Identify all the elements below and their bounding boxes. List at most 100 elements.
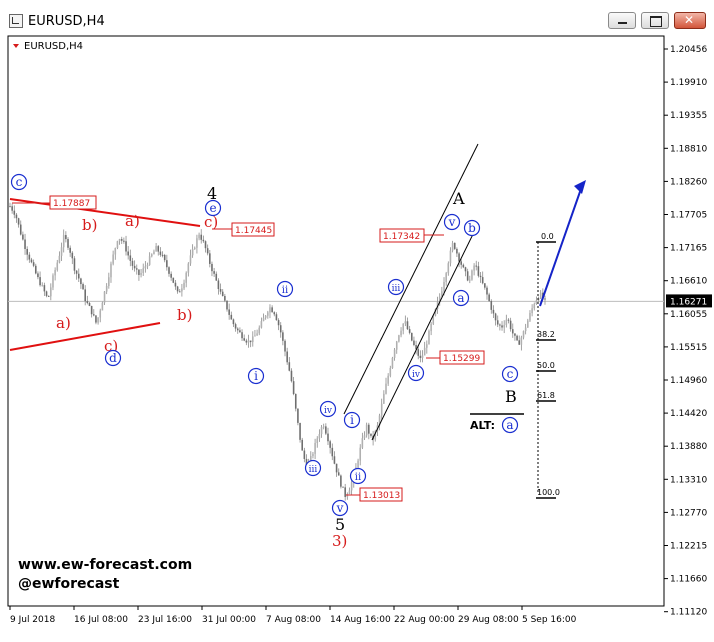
close-button[interactable]: ✕ (674, 12, 706, 29)
candle-body (365, 424, 368, 436)
y-tick-label: 1.11120 (670, 608, 707, 618)
price-label-2: 1.17445 (212, 222, 275, 237)
candle-body (284, 340, 286, 352)
candle-body (9, 206, 11, 208)
candle-body (168, 267, 170, 274)
candle-body (391, 357, 394, 368)
y-tick-label: 1.19910 (670, 78, 707, 88)
candle-body (127, 251, 129, 256)
circled-label-i-2-text: i (350, 413, 354, 427)
circled-label-iii-2-text: iii (392, 284, 401, 294)
candle-body (503, 324, 505, 328)
candle-body (135, 268, 138, 270)
candle-body (456, 248, 458, 254)
candle-body (507, 319, 510, 321)
candle-body (189, 255, 192, 264)
candle-body (105, 285, 108, 292)
candle-body (241, 332, 243, 339)
candle-body (271, 307, 273, 313)
candle-body (318, 434, 321, 439)
circled-label-a-2: a (501, 416, 519, 434)
candle-body (385, 383, 387, 394)
candle-body (215, 273, 218, 281)
window-titlebar[interactable]: EURUSD,H4 ✕ (0, 0, 714, 34)
candle-body (404, 321, 407, 324)
candle-body (198, 234, 200, 239)
candle-body (155, 246, 157, 252)
candle-body (116, 241, 119, 249)
circled-label-iv-2-text: iv (412, 370, 421, 380)
candle-body (320, 427, 323, 435)
candle-body (228, 309, 230, 315)
candle-body (54, 270, 56, 276)
y-tick-label: 1.14420 (670, 409, 707, 419)
candle-body (539, 292, 542, 298)
fib-label-1000: 100.0 (537, 488, 560, 497)
candle-body (41, 285, 44, 287)
candle-body (174, 282, 177, 287)
wave-label-A: A (452, 189, 465, 208)
chart-window-icon (9, 14, 23, 28)
candle-body (140, 272, 142, 275)
candle-body (50, 287, 52, 297)
candle-body (359, 447, 362, 461)
y-tick-label: 1.14960 (670, 376, 707, 386)
candle-body (344, 487, 346, 497)
candle-body (342, 486, 344, 488)
candle-body (178, 291, 181, 293)
circled-label-i-1-text: i (254, 369, 258, 383)
candle-body (290, 370, 293, 382)
minimize-button[interactable] (608, 12, 636, 29)
candle-body (417, 349, 420, 356)
maximize-button[interactable] (641, 12, 669, 29)
candle-body (477, 266, 480, 276)
candle-body (213, 271, 215, 274)
y-tick-label: 1.17705 (670, 211, 707, 221)
candle-body (288, 362, 291, 371)
candle-body (19, 224, 22, 235)
wave-label-b-1: b) (82, 216, 97, 234)
candle-body (221, 291, 224, 297)
candle-body (73, 258, 76, 271)
candle-body (413, 340, 415, 346)
candle-body (176, 286, 179, 292)
candle-body (166, 260, 168, 268)
symbol-indicator: EURUSD,H4 (13, 41, 83, 52)
candle-body (333, 456, 336, 464)
candle-body (118, 239, 121, 242)
fib-levels: 0.0 38.2 50.0 61.8 100.0 (536, 232, 560, 499)
price-label-4-text: 1.15299 (443, 354, 480, 364)
candle-body (187, 263, 190, 273)
fib-label-500: 50.0 (537, 361, 555, 370)
candle-body (11, 206, 13, 211)
projection-arrow (539, 185, 583, 307)
y-tick-label: 1.16610 (670, 277, 707, 287)
circled-label-b-text: b (468, 221, 476, 235)
candle-body (428, 331, 430, 345)
wave-label-a-2: a) (56, 314, 71, 332)
candle-body (395, 341, 398, 350)
candle-body (275, 314, 278, 321)
circled-label-c-2-text: c (507, 367, 514, 381)
candle-body (262, 317, 265, 322)
candle-body (499, 324, 501, 326)
candle-body (211, 263, 213, 272)
candle-body (65, 235, 67, 240)
candle-body (88, 303, 91, 306)
candle-body (133, 265, 136, 269)
candle-body (101, 302, 104, 311)
candle-body (531, 308, 533, 314)
candle-body (329, 441, 331, 448)
circled-label-d-text: d (109, 351, 117, 365)
candle-body (535, 300, 538, 305)
candle-body (58, 255, 61, 263)
circled-label-iii-2: iii (387, 278, 405, 296)
candle-body (204, 241, 207, 249)
candle-body (193, 247, 196, 250)
circled-label-d: d (104, 349, 122, 367)
candle-body (251, 336, 254, 343)
candle-body (451, 242, 454, 251)
candle-body (234, 324, 237, 329)
candle-body (13, 210, 16, 215)
price-chart[interactable]: 1.20456 1.19910 1.19355 1.18810 1.18260 1.177… (0, 34, 714, 642)
